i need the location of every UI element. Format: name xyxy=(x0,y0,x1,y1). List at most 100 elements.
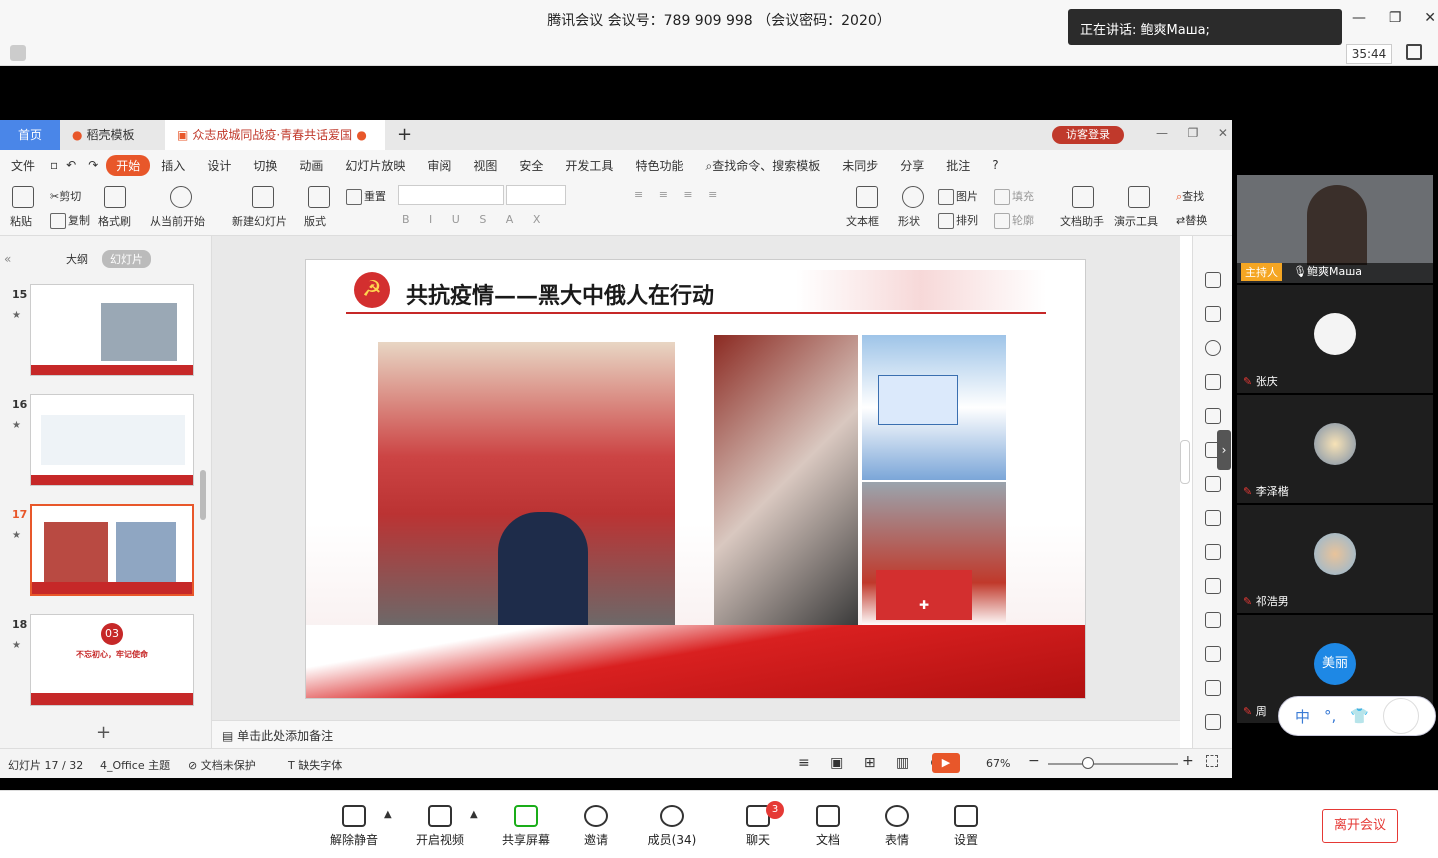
menu-start[interactable]: 开始 xyxy=(106,154,151,176)
paste-button[interactable]: 粘贴 xyxy=(10,213,32,229)
leave-meeting-button[interactable]: 离开会议 xyxy=(1322,809,1398,843)
menu-transition[interactable]: 切换 xyxy=(242,157,288,174)
settings-button[interactable]: 设置 xyxy=(936,805,996,848)
menu-review[interactable]: 审阅 xyxy=(416,157,462,174)
ime-toolbar[interactable]: 中 °, 👕 xyxy=(1278,696,1436,736)
copy-icon[interactable] xyxy=(1205,306,1221,322)
new-slide-button[interactable]: 新建幻灯片 xyxy=(232,213,287,229)
tab-home[interactable]: 首页 xyxy=(0,120,60,150)
punctuation-icon[interactable]: °, xyxy=(1324,707,1336,725)
start-video-button[interactable]: 开启视频 xyxy=(410,805,470,848)
menu-file[interactable]: 文件 xyxy=(0,157,46,174)
participant-tile[interactable]: ✎ 张庆 xyxy=(1237,285,1433,393)
location-icon[interactable] xyxy=(1205,374,1221,390)
menu-design[interactable]: 设计 xyxy=(196,157,242,174)
comment-button[interactable]: 批注 xyxy=(935,157,981,174)
ime-language[interactable]: 中 xyxy=(1295,706,1310,727)
visitor-login-button[interactable]: 访客登录 xyxy=(1052,126,1124,144)
close-icon[interactable]: ✕ xyxy=(1424,10,1436,30)
panel-scrollbar[interactable] xyxy=(200,470,206,520)
add-slide-button[interactable]: + xyxy=(96,722,111,743)
participant-tile[interactable]: ✎ 祁浩男 xyxy=(1237,505,1433,613)
zoom-slider-handle[interactable] xyxy=(1082,757,1094,769)
zoom-in-icon[interactable]: + xyxy=(1182,753,1194,769)
tab-slides[interactable]: 幻灯片 xyxy=(102,250,151,268)
skin-icon[interactable]: 👕 xyxy=(1350,707,1369,725)
protect-status[interactable]: ⊘ 文档未保护 xyxy=(188,757,256,773)
slide-thumbnail[interactable]: 03 不忘初心，牢记使命 xyxy=(30,614,194,706)
menu-slideshow[interactable]: 幻灯片放映 xyxy=(334,157,416,174)
tab-document[interactable]: ▣ 众志成城同战疫·青春共话爱国情 ● xyxy=(165,120,385,150)
view-mode-icons[interactable]: ≡ ▣ ⊞ ▥ ⊙ xyxy=(798,755,949,771)
play-icon[interactable] xyxy=(170,186,192,208)
image-icon[interactable] xyxy=(1205,578,1221,594)
menu-view[interactable]: 视图 xyxy=(462,157,508,174)
minimize-icon[interactable]: — xyxy=(1352,10,1366,30)
arrange-button[interactable]: 排列 xyxy=(938,212,978,229)
paste-icon[interactable] xyxy=(12,186,34,208)
collapse-icon[interactable]: « xyxy=(4,252,11,266)
copy-button[interactable]: 复制 xyxy=(50,212,90,229)
zoom-level[interactable]: 67% xyxy=(986,757,1010,770)
outline-button[interactable]: 轮廓 xyxy=(994,212,1034,229)
help-icon[interactable]: ? xyxy=(981,158,1009,172)
grid-icon[interactable] xyxy=(1205,476,1221,492)
reset-button[interactable]: 重置 xyxy=(346,188,386,205)
audio-icon[interactable] xyxy=(1205,714,1221,730)
find-button[interactable]: ⌕查找 xyxy=(1176,188,1204,204)
command-search[interactable]: ⌕查找命令、搜索模板 xyxy=(694,157,831,174)
format-painter-button[interactable]: 格式刷 xyxy=(98,213,131,229)
fit-window-icon[interactable] xyxy=(1206,755,1218,767)
shape-icon[interactable] xyxy=(1205,340,1221,356)
zoom-out-icon[interactable]: − xyxy=(1028,753,1040,769)
new-slide-icon[interactable] xyxy=(252,186,274,208)
box-icon[interactable] xyxy=(1205,646,1221,662)
undo-icon[interactable]: ↶ xyxy=(62,158,80,172)
slide-thumbnail[interactable] xyxy=(30,394,194,486)
maximize-icon[interactable]: ❐ xyxy=(1389,10,1402,30)
font-size-select[interactable] xyxy=(506,185,566,205)
slide-scrollbar[interactable] xyxy=(1180,440,1190,484)
restore-icon[interactable]: ❐ xyxy=(1188,126,1199,140)
font-family-select[interactable] xyxy=(398,185,504,205)
chevron-up-icon[interactable]: ▲ xyxy=(470,809,478,820)
present-tool-icon[interactable] xyxy=(1128,186,1150,208)
picture-button[interactable]: 图片 xyxy=(938,188,978,205)
cut-button[interactable]: ✂剪切 xyxy=(50,188,81,204)
shape-icon[interactable] xyxy=(902,186,924,208)
participant-tile[interactable]: ✎ 李泽楷 xyxy=(1237,395,1433,503)
new-tab-button[interactable]: + xyxy=(385,120,424,150)
doc-helper-button[interactable]: 文档助手 xyxy=(1060,213,1104,229)
tab-template[interactable]: ● 稻壳模板 xyxy=(60,120,165,150)
notes-pane[interactable]: ▤ 单击此处添加备注 xyxy=(212,720,1180,748)
slide-thumbnail-selected[interactable] xyxy=(30,504,194,596)
redo-icon[interactable]: ↷ xyxy=(80,158,106,172)
fullscreen-icon[interactable] xyxy=(1406,44,1422,60)
play-slideshow-button[interactable]: ▶ xyxy=(932,753,960,773)
close-icon[interactable]: ✕ xyxy=(1218,126,1228,140)
chat-button[interactable]: 聊天 3 xyxy=(728,801,788,848)
unmute-button[interactable]: 解除静音 xyxy=(324,805,384,848)
layout-icon[interactable] xyxy=(308,186,330,208)
layers-icon[interactable] xyxy=(1205,408,1221,424)
sync-status[interactable]: 未同步 xyxy=(831,157,889,174)
layout-button[interactable]: 版式 xyxy=(304,213,326,229)
textbox-icon[interactable] xyxy=(856,186,878,208)
save-icon[interactable]: ▫ xyxy=(46,158,62,172)
shape-button[interactable]: 形状 xyxy=(898,213,920,229)
chart-icon[interactable] xyxy=(1205,510,1221,526)
slide-thumbnail[interactable] xyxy=(30,284,194,376)
chevron-up-icon[interactable]: ▲ xyxy=(384,809,392,820)
replace-button[interactable]: ⇄替换 xyxy=(1176,212,1207,228)
menu-insert[interactable]: 插入 xyxy=(150,157,196,174)
star-icon[interactable] xyxy=(1205,272,1221,288)
share-button[interactable]: 分享 xyxy=(889,157,935,174)
textbox-button[interactable]: 文本框 xyxy=(846,213,879,229)
minimize-icon[interactable]: — xyxy=(1156,126,1168,140)
present-tool-button[interactable]: 演示工具 xyxy=(1114,213,1158,229)
menu-devtools[interactable]: 开发工具 xyxy=(554,157,624,174)
slide-canvas[interactable]: ☭ 共抗疫情——黑大中俄人在行动 ✚ xyxy=(305,259,1086,699)
export-icon[interactable] xyxy=(1205,612,1221,628)
menu-features[interactable]: 特色功能 xyxy=(624,157,694,174)
settings-icon[interactable] xyxy=(1205,544,1221,560)
